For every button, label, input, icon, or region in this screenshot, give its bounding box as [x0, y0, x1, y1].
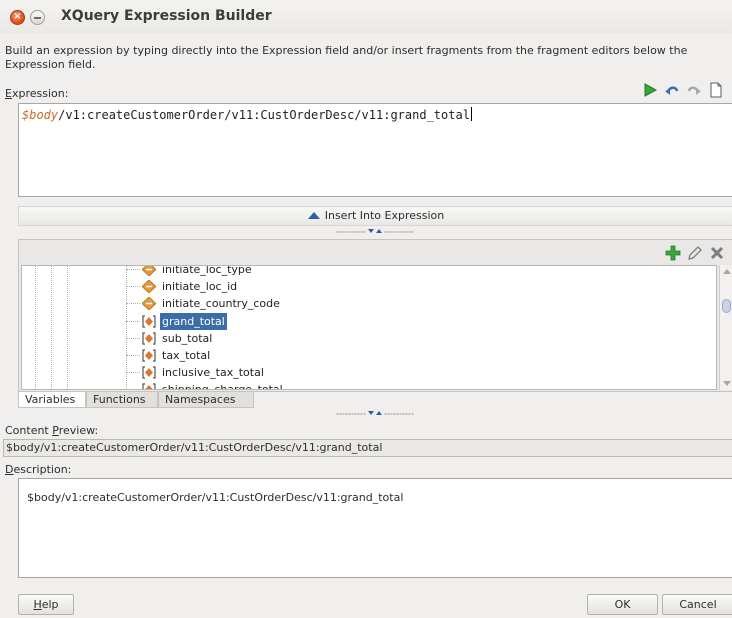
tree-item-label: inclusive_tax_total: [162, 366, 264, 379]
ok-button[interactable]: OK: [587, 594, 658, 615]
content-preview-field: $body/v1:createCustomerOrder/v11:CustOrd…: [3, 439, 732, 457]
redo-icon[interactable]: [686, 82, 702, 98]
minimize-icon[interactable]: [30, 10, 45, 25]
delete-icon[interactable]: [709, 245, 725, 261]
expression-label-mnemonic: E: [5, 87, 12, 100]
content-preview-label: Content Preview:: [5, 424, 98, 437]
variable-element-icon: [142, 349, 156, 362]
up-arrow-icon: [307, 212, 320, 219]
variables-tree[interactable]: initiate_loc_type initiate_loc_id initia…: [21, 265, 717, 390]
variable-element-icon: [142, 383, 156, 389]
expression-variable: $body: [22, 108, 59, 122]
tab-variables[interactable]: Variables: [18, 392, 86, 408]
new-document-icon[interactable]: [708, 82, 724, 98]
tree-scrollbar[interactable]: [719, 265, 732, 390]
add-icon[interactable]: [665, 245, 681, 261]
element-icon: [142, 266, 156, 276]
tree-item-label: shipping_charge_total: [162, 383, 283, 390]
content-preview-label-pre: Content: [5, 424, 53, 437]
variable-element-icon: [142, 315, 156, 328]
tree-item-label: grand_total: [160, 313, 227, 330]
expression-label: Expression:: [5, 87, 68, 100]
tab-namespaces[interactable]: Namespaces: [158, 392, 254, 408]
expression-label-rest: xpression:: [11, 87, 69, 100]
expression-path: /v1:createCustomerOrder/v11:CustOrderDes…: [58, 108, 470, 122]
insert-label: Insert Into Expression: [324, 209, 445, 222]
description-label-rest: escription:: [13, 463, 72, 476]
help-button-label: elp: [41, 598, 59, 611]
tree-toolbar: [665, 245, 729, 263]
tree-item-label: initiate_loc_id: [162, 280, 238, 293]
description-label: Description:: [5, 463, 71, 476]
intro-text: Build an expression by typing directly i…: [5, 44, 688, 71]
variable-element-icon: [142, 332, 156, 345]
undo-icon[interactable]: [664, 82, 680, 98]
edit-icon[interactable]: [687, 245, 703, 261]
text-caret: [470, 107, 472, 121]
expression-field[interactable]: $body/v1:createCustomerOrder/v11:CustOrd…: [18, 103, 732, 197]
splitter-handle-bottom[interactable]: [336, 411, 416, 417]
content-preview-label-post: review:: [58, 424, 99, 437]
description-field: $body/v1:createCustomerOrder/v11:CustOrd…: [18, 478, 732, 578]
scroll-thumb[interactable]: [722, 299, 731, 313]
close-icon[interactable]: ×: [10, 10, 25, 25]
element-icon: [142, 297, 156, 310]
element-icon: [142, 280, 156, 293]
title-bar: × XQuery Expression Builder: [0, 0, 732, 33]
tab-functions[interactable]: Functions: [86, 392, 158, 408]
window-title: XQuery Expression Builder: [61, 8, 272, 24]
variable-element-icon: [142, 366, 156, 379]
run-icon[interactable]: [642, 82, 658, 98]
splitter-handle-top[interactable]: [336, 229, 416, 235]
tree-item-label: initiate_country_code: [162, 297, 280, 310]
help-button-mnemonic: H: [33, 598, 42, 611]
help-button[interactable]: Help: [18, 594, 74, 615]
tree-item-label: initiate_loc_type: [162, 265, 252, 276]
scroll-down-icon[interactable]: [723, 381, 731, 386]
cancel-button[interactable]: Cancel: [662, 594, 732, 615]
insert-into-expression-button[interactable]: Insert Into Expression: [18, 206, 732, 226]
fragment-editor-panel: initiate_loc_type initiate_loc_id initia…: [18, 239, 732, 392]
scroll-up-icon[interactable]: [723, 269, 731, 274]
tree-item-label: tax_total: [162, 349, 211, 362]
tree-item-label: sub_total: [162, 332, 213, 345]
